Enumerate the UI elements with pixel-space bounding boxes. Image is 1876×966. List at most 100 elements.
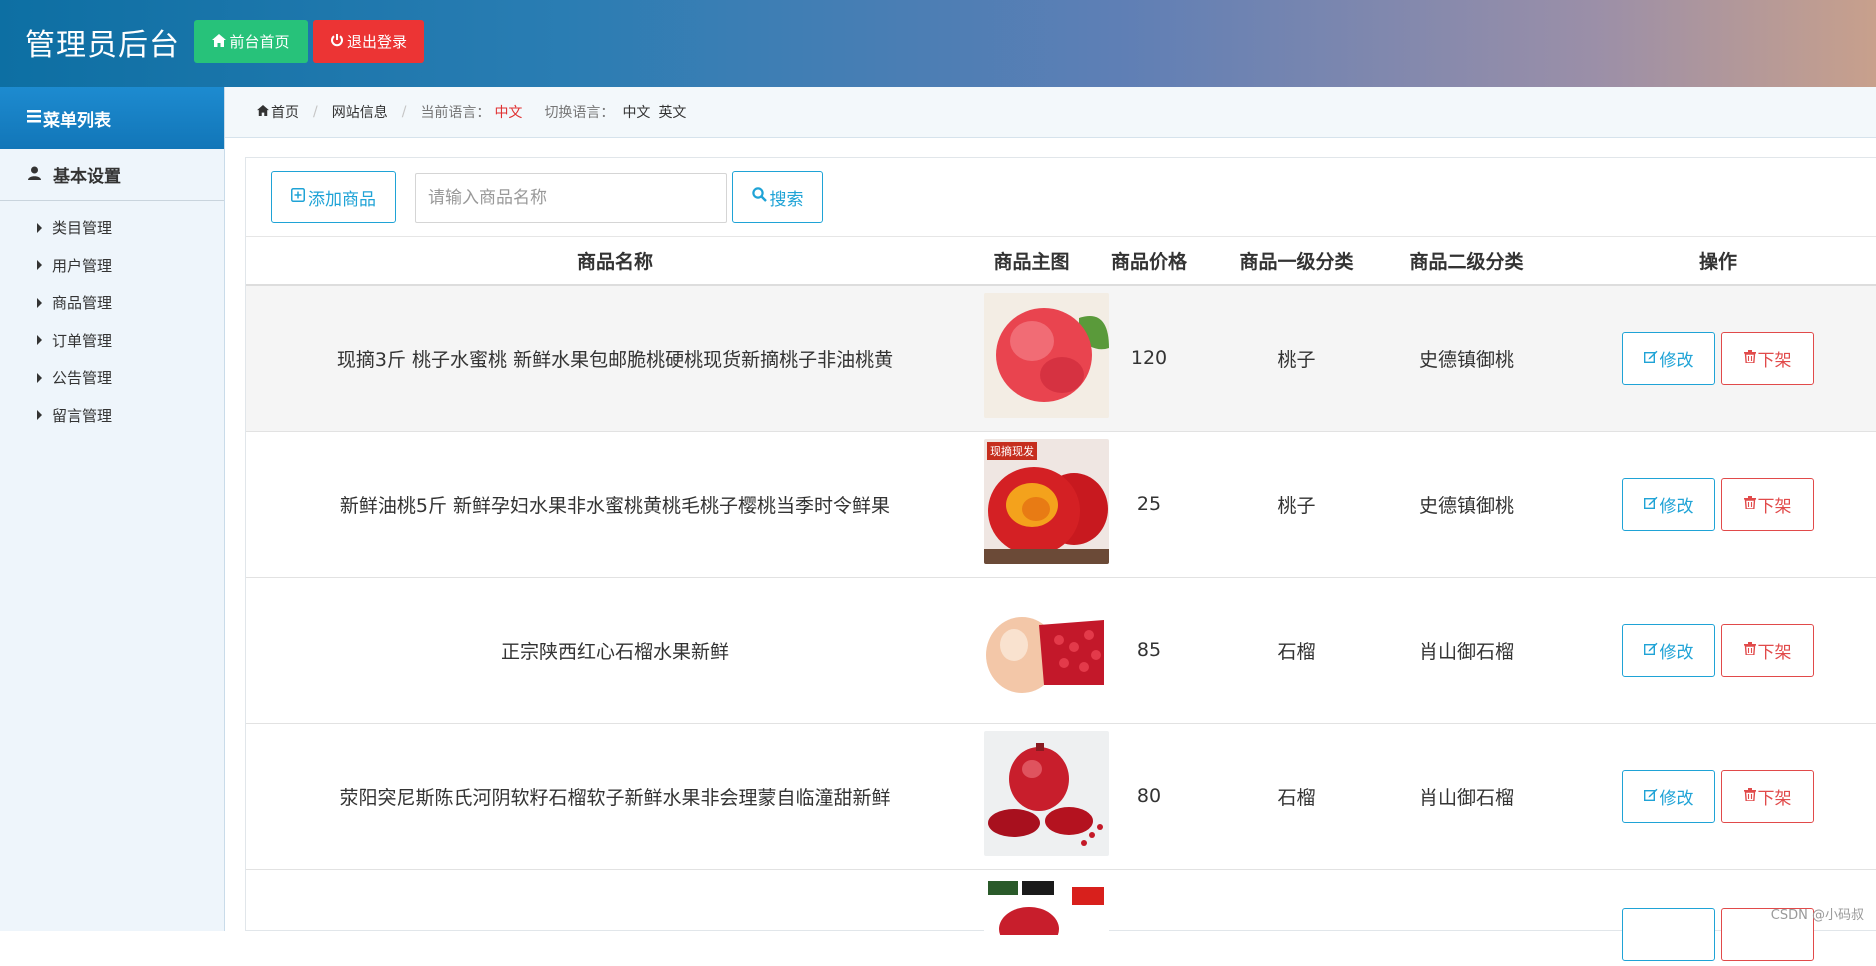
edit-icon [1644,786,1658,806]
sidebar-item-label: 留言管理 [52,405,112,426]
list-icon [27,108,41,128]
product-category1: 石榴 [1219,723,1374,869]
table-header-row: 商品名称 商品主图 商品价格 商品一级分类 商品二级分类 操作 [246,237,1876,285]
search-label: 搜索 [770,185,804,210]
edit-label: 修改 [1660,638,1694,663]
product-category1: 桃子 [1219,285,1374,431]
language-option-english[interactable]: 英文 [658,102,686,122]
language-option-chinese[interactable]: 中文 [622,102,650,122]
breadcrumb-home[interactable]: 首页 [257,102,299,122]
sidebar-item-label: 订单管理 [52,330,112,351]
product-image-pomegranate [984,585,1109,710]
table-row: 正宗陕西红心石榴水果新鲜 85 [246,577,1876,723]
sidebar-menu: 类目管理 用户管理 商品管理 订单管理 公告管理 留言管理 [0,201,224,434]
breadcrumb: 首页 / 网站信息 / 当前语言： 中文 切换语言： 中文 英文 [225,87,1876,138]
product-category2: 史德镇御桃 [1374,431,1559,577]
edit-button[interactable]: 修改 [1622,478,1715,531]
search-button[interactable]: 搜索 [732,171,823,223]
offline-label: 下架 [1758,784,1792,809]
edit-button[interactable] [1622,908,1715,961]
sidebar-item-notices[interactable]: 公告管理 [0,359,224,397]
logout-button-label: 退出登录 [347,31,407,52]
admin-title: 管理员后台 [25,20,180,64]
edit-icon [1644,640,1658,660]
edit-button[interactable]: 修改 [1622,624,1715,677]
group-title-label: 基本设置 [53,162,121,187]
sidebar-item-label: 商品管理 [52,292,112,313]
home-icon [257,104,269,120]
menu-title: 菜单列表 [43,106,111,131]
add-product-label: 添加商品 [308,185,376,210]
product-category1: 桃子 [1219,431,1374,577]
offline-button[interactable]: 下架 [1721,332,1814,385]
edit-button[interactable]: 修改 [1622,332,1715,385]
sidebar-item-users[interactable]: 用户管理 [0,247,224,285]
product-category2: 肖山御石榴 [1374,723,1559,869]
caret-right-icon [37,410,42,420]
trash-icon [1744,640,1756,660]
edit-button[interactable]: 修改 [1622,770,1715,823]
edit-icon [1644,494,1658,514]
add-product-button[interactable]: 添加商品 [271,171,396,223]
sidebar-group-basic-settings[interactable]: 基本设置 [0,149,224,201]
plus-square-icon [291,187,305,207]
column-header-name: 商品名称 [246,237,984,285]
sidebar-item-messages[interactable]: 留言管理 [0,397,224,435]
sidebar-item-products[interactable]: 商品管理 [0,284,224,322]
product-category2: 史德镇御桃 [1374,285,1559,431]
sidebar-item-label: 用户管理 [52,255,112,276]
offline-button[interactable]: 下架 [1721,624,1814,677]
menu-header: 菜单列表 [0,87,224,149]
table-row: 现摘3斤 桃子水蜜桃 新鲜水果包邮脆桃硬桃现货新摘桃子非油桃黄 120 桃子 [246,285,1876,431]
product-panel: 添加商品 搜索 商品名称 商品主图 商品价格 商品一级分类 商品二级分类 操作 [245,157,1876,931]
breadcrumb-site-info[interactable]: 网站信息 [332,102,388,122]
logout-button[interactable]: 退出登录 [313,20,424,63]
edit-label: 修改 [1660,346,1694,371]
caret-right-icon [37,335,42,345]
product-table: 商品名称 商品主图 商品价格 商品一级分类 商品二级分类 操作 现摘3斤 桃子水… [246,237,1876,966]
edit-icon [1644,348,1658,368]
column-header-image: 商品主图 [984,237,1079,285]
trash-icon [1744,348,1756,368]
product-image-peach [984,293,1109,418]
offline-button[interactable]: 下架 [1721,478,1814,531]
sidebar-item-category[interactable]: 类目管理 [0,209,224,247]
sidebar: 菜单列表 基本设置 类目管理 用户管理 商品管理 订单管理 公告管理 留言管理 [0,87,225,931]
sidebar-item-label: 类目管理 [52,217,112,238]
product-name: 荥阳突尼斯陈氏河阴软籽石榴软子新鲜水果非会理蒙自临潼甜新鲜 [246,723,984,869]
column-header-category1: 商品一级分类 [1219,237,1374,285]
sidebar-item-orders[interactable]: 订单管理 [0,322,224,360]
column-header-category2: 商品二级分类 [1374,237,1559,285]
watermark: CSDN @小码叔 [1771,904,1864,923]
breadcrumb-separator: / [402,104,407,120]
home-icon [212,33,226,51]
home-button[interactable]: 前台首页 [194,20,308,63]
current-language-label: 当前语言： [420,102,490,122]
caret-right-icon [37,373,42,383]
toolbar: 添加商品 搜索 [246,158,1876,237]
user-icon [28,165,41,185]
top-header: 管理员后台 前台首页 退出登录 [0,0,1876,87]
trash-icon [1744,786,1756,806]
product-name [246,869,984,966]
offline-label: 下架 [1758,346,1792,371]
product-image-pomegranate-seeds [984,731,1109,856]
offline-label: 下架 [1758,492,1792,517]
table-row: 荥阳突尼斯陈氏河阴软籽石榴软子新鲜水果非会理蒙自临潼甜新鲜 [246,723,1876,869]
product-search-input[interactable] [415,173,727,223]
caret-right-icon [37,223,42,233]
product-name: 新鲜油桃5斤 新鲜孕妇水果非水蜜桃黄桃毛桃子樱桃当季时令鲜果 [246,431,984,577]
offline-button[interactable]: 下架 [1721,770,1814,823]
column-header-actions: 操作 [1559,237,1876,285]
power-icon [330,33,344,51]
table-row: 新鲜油桃5斤 新鲜孕妇水果非水蜜桃黄桃毛桃子樱桃当季时令鲜果 现摘现发 [246,431,1876,577]
home-button-label: 前台首页 [229,31,289,52]
column-header-price: 商品价格 [1079,237,1219,285]
current-language-value: 中文 [494,102,522,122]
edit-label: 修改 [1660,492,1694,517]
product-category1: 石榴 [1219,577,1374,723]
offline-label: 下架 [1758,638,1792,663]
caret-right-icon [37,260,42,270]
edit-label: 修改 [1660,784,1694,809]
table-row [246,869,1876,966]
